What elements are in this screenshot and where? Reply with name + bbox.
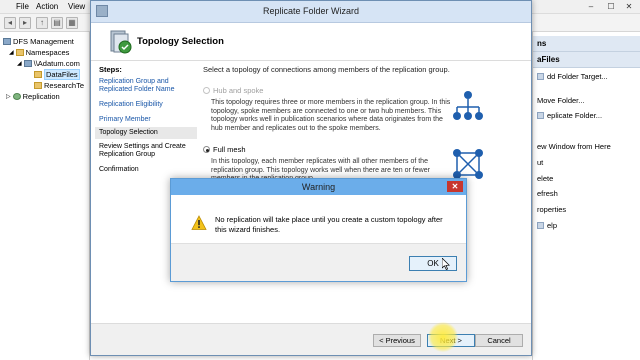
menu-file[interactable]: File <box>16 2 29 11</box>
tree-item-datafiles[interactable]: DataFiles <box>34 69 80 80</box>
previous-button[interactable]: < Previous <box>373 334 421 347</box>
actions-pane: ns aFiles dd Folder Target... Move Folde… <box>532 32 640 360</box>
maximize-icon[interactable]: ☐ <box>602 1 620 12</box>
properties-icon[interactable]: ▦ <box>66 17 78 29</box>
step-confirmation: Confirmation <box>99 166 139 173</box>
collapse-icon[interactable]: ◢ <box>17 60 22 67</box>
console-tree: DFS Management ◢ Namespaces ◢ \\Adatum.c… <box>0 32 90 360</box>
wizard-title: Replicate Folder Wizard <box>262 6 360 16</box>
close-icon[interactable]: ✕ <box>620 1 638 12</box>
warning-titlebar[interactable]: Warning ✕ <box>171 179 466 195</box>
folder-icon <box>34 82 42 89</box>
warning-message: No replication will take place until you… <box>215 215 443 234</box>
mouse-pointer-icon <box>442 258 450 270</box>
step-replication-group-name[interactable]: Replication Group and Replicated Folder … <box>99 78 195 94</box>
back-icon[interactable]: ◂ <box>4 17 16 29</box>
step-review-settings: Review Settings and Create Replication G… <box>99 143 186 158</box>
tree-item-researchte[interactable]: ResearchTe <box>34 80 84 91</box>
replication-icon <box>12 93 21 100</box>
warning-footer: OK <box>171 243 466 281</box>
action-replicate-folder[interactable]: eplicate Folder... <box>537 111 602 120</box>
actions-header: ns <box>533 36 640 52</box>
collapse-icon[interactable]: ◢ <box>9 49 14 56</box>
window-controls: – ☐ ✕ <box>560 0 640 14</box>
minimize-icon[interactable]: – <box>582 1 600 12</box>
expand-icon[interactable]: ▷ <box>6 93 11 100</box>
tree-item-namespace-path[interactable]: ◢ \\Adatum.com <box>17 58 80 69</box>
up-folder-icon[interactable]: ↑ <box>36 17 48 29</box>
full-mesh-option[interactable]: Full mesh <box>203 145 246 154</box>
step-replication-eligibility[interactable]: Replication Eligibility <box>99 101 195 109</box>
next-button[interactable]: Next > <box>427 334 475 347</box>
warning-icon <box>191 215 207 230</box>
hub-and-spoke-option[interactable]: Hub and spoke <box>203 86 263 95</box>
warning-body: No replication will take place until you… <box>171 195 466 243</box>
instruction-text: Select a topology of connections among m… <box>203 65 450 74</box>
full-mesh-label: Full mesh <box>213 145 246 154</box>
hub-and-spoke-label: Hub and spoke <box>213 86 264 95</box>
wizard-titlebar[interactable]: Replicate Folder Wizard <box>91 1 531 23</box>
replication-wizard-icon <box>110 30 132 54</box>
page-title: Topology Selection <box>137 36 224 47</box>
help-icon <box>537 222 544 229</box>
replicate-icon <box>537 112 544 119</box>
action-add-folder-target[interactable]: dd Folder Target... <box>537 72 608 81</box>
warning-title: Warning <box>301 182 336 192</box>
forward-icon[interactable]: ▸ <box>19 17 31 29</box>
action-refresh[interactable]: efresh <box>537 189 558 198</box>
action-help[interactable]: elp <box>537 221 557 230</box>
wizard-footer: < Previous Next > Cancel <box>91 323 531 355</box>
add-target-icon <box>537 73 544 80</box>
steps-heading: Steps: <box>99 65 122 74</box>
action-properties[interactable]: roperties <box>537 205 566 214</box>
show-tree-icon[interactable]: ▤ <box>51 17 63 29</box>
menu-view[interactable]: View <box>68 2 85 11</box>
wizard-header: Topology Selection <box>91 23 531 61</box>
step-primary-member[interactable]: Primary Member <box>99 116 195 124</box>
hub-and-spoke-description: This topology requires three or more mem… <box>211 99 451 132</box>
tree-item-replication[interactable]: ▷ Replication <box>6 91 60 102</box>
action-delete[interactable]: elete <box>537 174 553 183</box>
menu-action[interactable]: Action <box>36 2 58 11</box>
action-cut[interactable]: ut <box>537 158 543 167</box>
hub-and-spoke-icon <box>453 91 483 120</box>
hub-and-spoke-radio[interactable] <box>203 87 210 94</box>
action-move-folder[interactable]: Move Folder... <box>537 96 585 105</box>
dfs-icon <box>3 38 11 45</box>
close-icon[interactable]: ✕ <box>447 181 463 192</box>
folder-icon <box>34 71 42 78</box>
namespace-icon <box>23 60 32 67</box>
folder-icon <box>15 49 24 56</box>
step-topology-selection: Topology Selection <box>95 127 197 139</box>
actions-header-datafiles: aFiles <box>533 52 640 68</box>
tree-item-dfs-management[interactable]: DFS Management <box>3 36 74 47</box>
action-new-window[interactable]: ew Window from Here <box>537 142 611 151</box>
warning-dialog: Warning ✕ No replication will take place… <box>170 178 467 282</box>
full-mesh-icon <box>453 149 483 179</box>
cancel-button[interactable]: Cancel <box>475 334 523 347</box>
tree-item-namespaces[interactable]: ◢ Namespaces <box>9 47 69 58</box>
full-mesh-radio[interactable] <box>203 146 210 153</box>
